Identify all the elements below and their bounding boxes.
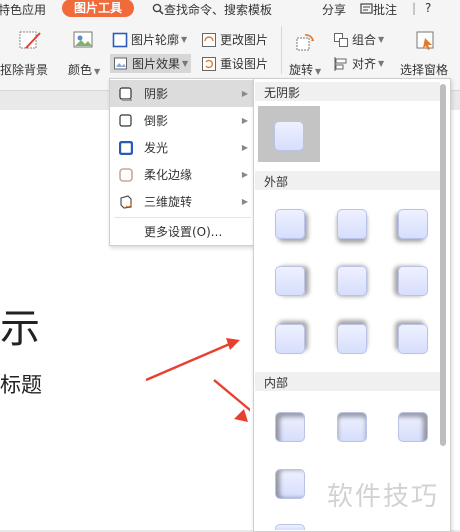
color-button[interactable]: 颜色 ▼ [68,61,100,78]
picture-outline-button[interactable]: 图片轮廓 ▼ [112,31,187,48]
inner-shadow-partial[interactable] [275,524,305,530]
picture-effects-menu: 阴影 ▶ 倒影 ▶ 发光 ▶ 柔化边缘 ▶ 三维旋转 ▶ 更多设置(O)... [109,78,256,246]
search-box[interactable]: 查找命令、搜索模板 [152,1,272,18]
watermark-text: 软件技巧 [327,482,440,512]
reflection-effect-icon [119,113,132,127]
picture-effects-icon [114,57,127,69]
inner-shadow-top-right[interactable] [398,412,428,442]
outer-shadow-bottom-left[interactable] [398,209,428,239]
tab-divider: | [412,1,417,15]
group-icon [334,32,348,47]
3d-rotation-icon [120,194,132,209]
swatch-no-shadow [274,121,304,151]
outer-shadow-top-left[interactable] [398,324,428,354]
menu-item-shadow[interactable]: 阴影 ▶ [110,80,255,107]
search-icon [152,3,164,15]
outer-shadow-right[interactable] [275,266,305,296]
arrow-to-outer-shadow [145,341,233,382]
soft-edge-effect-icon [119,167,133,182]
menu-item-3d-rotation[interactable]: 三维旋转 ▶ [110,188,255,215]
menu-item-more-settings[interactable]: 更多设置(O)... [110,218,255,245]
glow-effect-icon [119,140,133,155]
gallery-scrollbar[interactable] [440,84,446,446]
rotate-icon [296,34,314,51]
inner-shadow-left[interactable] [275,469,305,499]
outer-shadow-top-right[interactable] [275,324,305,354]
no-shadow-option[interactable] [258,106,320,162]
gallery-header-no-shadow: 无阴影 [255,82,440,101]
gallery-header-outer: 外部 [255,171,440,190]
outer-shadow-bottom[interactable] [337,209,367,239]
inner-shadow-top[interactable] [337,412,367,442]
tab-bar: 特色应用 图片工具 查找命令、搜索模板 分享 批注 | ? [0,0,460,18]
shadow-effect-icon [119,86,132,101]
share-button[interactable]: 分享 [322,1,346,18]
arrowhead-inner [234,409,248,422]
selection-pane-button[interactable]: 选择窗格 [400,61,448,78]
outer-shadow-top[interactable] [337,324,367,354]
menu-item-reflection[interactable]: 倒影 ▶ [110,107,255,134]
reset-picture-button[interactable]: 重设图片 [201,55,268,72]
remove-background-button[interactable]: 抠除背景 [0,61,48,78]
inner-shadow-top-left[interactable] [275,412,305,442]
slide-subtitle-text: 标题 [0,373,42,397]
remove-background-icon [19,31,41,49]
annotation-arrows [145,338,250,422]
gallery-header-inner: 内部 [255,372,440,391]
color-icon [73,31,93,48]
menu-item-soft-edges[interactable]: 柔化边缘 ▶ [110,161,255,188]
picture-outline-icon [112,32,128,47]
align-button[interactable]: 对齐 ▼ [333,55,384,72]
comment-icon [360,3,373,14]
search-placeholder: 查找命令、搜索模板 [164,3,273,17]
help-button[interactable]: ? [425,1,431,15]
change-picture-button[interactable]: 更改图片 [201,31,268,48]
rotate-button[interactable]: 旋转 ▼ [289,61,321,78]
selection-pane-icon [416,31,434,50]
menu-item-glow[interactable]: 发光 ▶ [110,134,255,161]
align-icon [334,56,347,71]
ribbon-divider [281,26,282,74]
comment-label: 批注 [373,3,398,17]
picture-effects-button[interactable]: 图片效果 ▼ [110,54,192,73]
group-button[interactable]: 组合 ▼ [333,31,384,48]
tab-picture-tools[interactable]: 图片工具 [62,0,134,17]
outer-shadow-left[interactable] [398,266,428,296]
comment-button[interactable]: 批注 [360,1,397,18]
reset-picture-icon [202,56,216,71]
slide-title-text: 示 [0,306,40,352]
change-picture-icon [202,32,216,47]
outer-shadow-bottom-right[interactable] [275,209,305,239]
arrowhead-outer [226,338,240,350]
outer-shadow-center[interactable] [337,266,367,296]
tab-special-apps[interactable]: 特色应用 [0,1,46,18]
